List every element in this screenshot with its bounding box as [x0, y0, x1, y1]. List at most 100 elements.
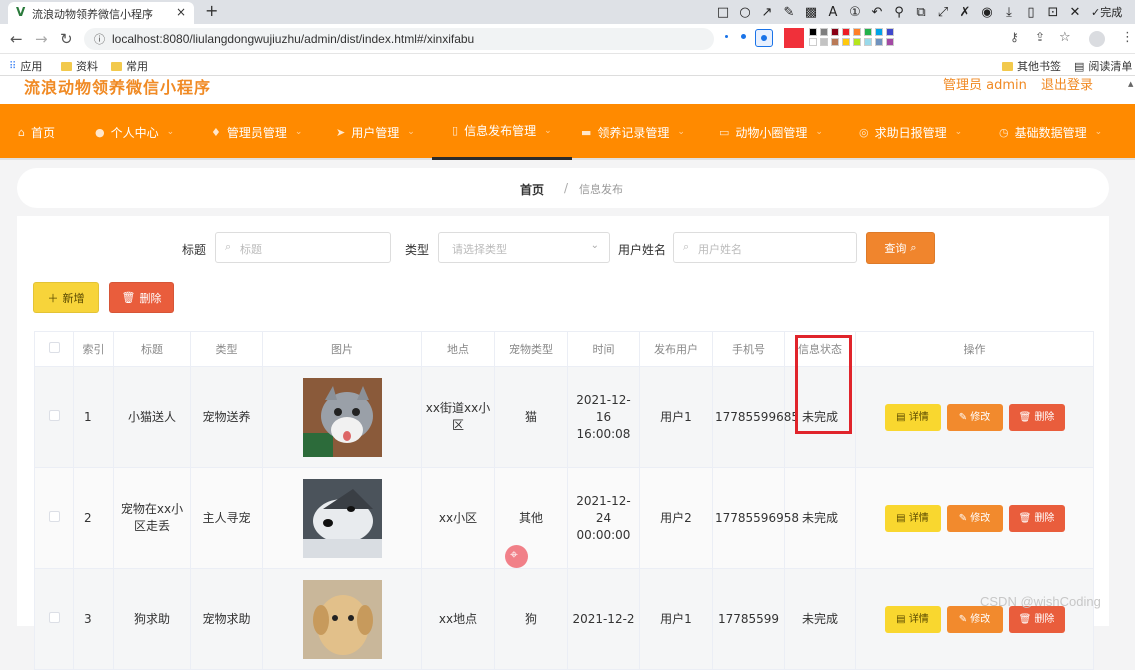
- row-select-cell[interactable]: [34, 568, 74, 670]
- ellipse-tool-icon[interactable]: ○: [737, 5, 753, 20]
- palette-color-swatch[interactable]: [864, 28, 872, 36]
- pen-tool-icon[interactable]: ✎: [781, 5, 797, 20]
- cell-place: xx街道xx小区: [421, 366, 495, 468]
- palette-color-swatch[interactable]: [809, 38, 817, 46]
- bookmark-item[interactable]: 资料: [61, 58, 98, 74]
- palette-color-swatch[interactable]: [875, 28, 883, 36]
- palette-color-swatch[interactable]: [820, 28, 828, 36]
- apps-bookmark[interactable]: ⠿ 应用: [9, 58, 42, 74]
- palette-color-swatch[interactable]: [820, 38, 828, 46]
- palette-color-swatch[interactable]: [853, 28, 861, 36]
- edit-button[interactable]: ✎ 修改: [946, 605, 1003, 633]
- title-search-input[interactable]: ⌕ 标题: [215, 232, 391, 263]
- pin-icon[interactable]: ⚲: [891, 5, 907, 20]
- nav-item[interactable]: ➤ 用户管理 ⌄: [336, 104, 415, 160]
- text-tool-icon[interactable]: A: [825, 5, 841, 20]
- done-button[interactable]: ✓完成: [1091, 4, 1122, 20]
- cat-photo[interactable]: [302, 377, 382, 457]
- delete-label: 删除: [1034, 613, 1055, 625]
- delete-button[interactable]: 🗑︎ 删除: [1008, 403, 1065, 431]
- select-all-cell[interactable]: [34, 331, 74, 367]
- profile-avatar[interactable]: [1089, 31, 1105, 47]
- key-icon[interactable]: ⚷: [1010, 30, 1019, 44]
- tab-close-icon[interactable]: ×: [176, 5, 186, 19]
- cell-index: 3: [73, 568, 114, 670]
- reading-list[interactable]: ▤ 阅读清单: [1074, 58, 1132, 74]
- palette-color-swatch[interactable]: [831, 28, 839, 36]
- record-icon[interactable]: ◉: [979, 5, 995, 20]
- download-icon[interactable]: ⤓: [1001, 5, 1017, 20]
- menu-icon[interactable]: ⋮: [1121, 30, 1134, 45]
- share-icon[interactable]: ⇪: [1035, 30, 1045, 44]
- nav-item[interactable]: ● 个人中心 ⌄: [95, 104, 174, 160]
- size-medium-dot[interactable]: [741, 34, 746, 39]
- edit-button[interactable]: ✎ 修改: [946, 403, 1003, 431]
- nav-item[interactable]: ⌂ 首页: [18, 104, 55, 160]
- query-button[interactable]: 查询 ⌕: [866, 232, 935, 264]
- edit-button[interactable]: ✎ 修改: [946, 504, 1003, 532]
- puppy-photo[interactable]: [302, 579, 382, 659]
- select-all-checkbox[interactable]: [48, 342, 60, 353]
- arrow-tool-icon[interactable]: ↗: [759, 5, 775, 20]
- row-checkbox[interactable]: [48, 510, 60, 522]
- bookmark-item[interactable]: 常用: [111, 58, 148, 74]
- other-bookmarks[interactable]: 其他书签: [1002, 58, 1061, 74]
- back-icon[interactable]: ←: [10, 30, 23, 48]
- palette-color-swatch[interactable]: [886, 38, 894, 46]
- url-field[interactable]: ⓘ localhost:8080/liulangdongwujiuzhu/adm…: [84, 28, 714, 50]
- detail-button[interactable]: ▤ 详情: [884, 403, 941, 431]
- cancel-icon[interactable]: ✕: [1067, 5, 1083, 20]
- palette-color-swatch[interactable]: [886, 28, 894, 36]
- table-row[interactable]: 2 宠物在xx小区走丢 主人寻宠 xx小区 其他 2021-12-24 00:00:00 用…: [34, 467, 1094, 569]
- type-select[interactable]: 请选择类型 ⌄: [438, 232, 610, 263]
- star-icon[interactable]: ☆: [1059, 30, 1071, 45]
- browser-tab[interactable]: V 流浪动物领养微信小程序 ×: [8, 2, 194, 24]
- copy-icon[interactable]: ⧉: [913, 5, 929, 20]
- palette-color-swatch[interactable]: [864, 38, 872, 46]
- size-large-selected[interactable]: [755, 29, 773, 47]
- detail-button[interactable]: ▤ 详情: [884, 504, 941, 532]
- batch-delete-button[interactable]: 🗑︎ 删除: [109, 282, 174, 313]
- expand-icon[interactable]: ⤢: [935, 5, 951, 20]
- palette-color-swatch[interactable]: [875, 38, 883, 46]
- palette-color-swatch[interactable]: [853, 38, 861, 46]
- nav-item[interactable]: ▭ 动物小圈管理 ⌄: [719, 104, 823, 160]
- current-color-swatch[interactable]: [784, 28, 804, 48]
- scrollbar-up-icon[interactable]: ▲: [1128, 80, 1135, 90]
- nav-item[interactable]: ♦ 管理员管理 ⌄: [211, 104, 302, 160]
- palette-color-swatch[interactable]: [842, 28, 850, 36]
- palette-color-swatch[interactable]: [842, 38, 850, 46]
- palette-color-swatch[interactable]: [809, 28, 817, 36]
- nav-item[interactable]: ◎ 求助日报管理 ⌄: [859, 104, 962, 160]
- user-name-input[interactable]: ⌕ 用户姓名: [673, 232, 857, 263]
- add-button[interactable]: ＋新增: [33, 282, 99, 313]
- breadcrumb-current: 信息发布: [579, 183, 623, 196]
- row-checkbox[interactable]: [48, 409, 60, 421]
- row-select-cell[interactable]: [34, 366, 74, 468]
- rectangle-tool-icon[interactable]: □: [715, 5, 731, 20]
- number-tool-icon[interactable]: ①: [847, 5, 863, 20]
- delete-button[interactable]: 🗑︎ 删除: [1008, 605, 1065, 633]
- undo-icon[interactable]: ↶: [869, 5, 885, 20]
- translate-icon[interactable]: ✗: [957, 5, 973, 20]
- detail-button[interactable]: ▤ 详情: [884, 605, 941, 633]
- breadcrumb-home[interactable]: 首页: [520, 181, 544, 198]
- mosaic-tool-icon[interactable]: ▩: [803, 5, 819, 20]
- row-select-cell[interactable]: [34, 467, 74, 569]
- save-icon[interactable]: ▯: [1023, 5, 1039, 20]
- logout-link[interactable]: 退出登录: [1041, 76, 1093, 93]
- table-row[interactable]: 1 小猫送人 宠物送养 xx街道xx小区猫 2021-12-16 16:00:08 用户1…: [34, 366, 1094, 468]
- palette-color-swatch[interactable]: [831, 38, 839, 46]
- nav-item[interactable]: ◷ 基础数据管理 ⌄: [999, 104, 1102, 160]
- reload-icon[interactable]: ↻: [60, 30, 73, 48]
- size-small-dot[interactable]: [725, 35, 728, 38]
- husky-photo[interactable]: [302, 478, 382, 558]
- table-row[interactable]: 3 狗求助 宠物求助 xx地点狗 2021-12-2 用户1 17785599 未完成 ▤ 详情…: [34, 568, 1094, 670]
- new-tab-button[interactable]: +: [205, 1, 218, 20]
- plus-icon: ＋: [47, 291, 59, 305]
- nav-item[interactable]: ▬ 领养记录管理 ⌄: [581, 104, 685, 160]
- bookmark-icon[interactable]: ⊡: [1045, 5, 1061, 20]
- nav-item[interactable]: ▯ 信息发布管理 ⌄: [432, 104, 572, 160]
- delete-button[interactable]: 🗑︎ 删除: [1008, 504, 1065, 532]
- forward-icon[interactable]: →: [35, 30, 48, 48]
